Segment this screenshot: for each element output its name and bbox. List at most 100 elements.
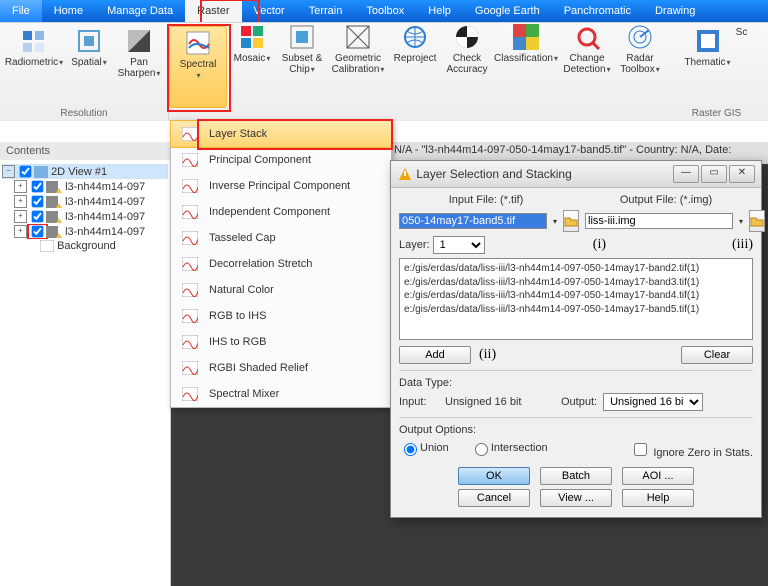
mosaic-icon <box>238 23 266 51</box>
output-options-label: Output Options: <box>399 424 753 436</box>
expander-icon[interactable]: − <box>2 165 15 178</box>
menu-raster[interactable]: Raster <box>185 0 241 22</box>
layer-label: l3-nh44m14-097 <box>65 196 145 208</box>
spectral-item-label: Natural Color <box>209 284 274 296</box>
spectral-item-ihs-to-rgb[interactable]: IHS to RGB <box>171 329 391 355</box>
raster-warn-icon <box>46 226 62 238</box>
ribbon: Radiometric▾ Spatial▾ Pan Sharpen▾ Resol… <box>0 22 768 121</box>
tree-layer[interactable]: + l3-nh44m14-097 <box>2 194 168 209</box>
menu-google-earth[interactable]: Google Earth <box>463 0 552 22</box>
ribbon-check-accuracy[interactable]: Check Accuracy <box>441 23 493 121</box>
tree-view[interactable]: − 2D View #1 <box>2 164 168 179</box>
menu-vector[interactable]: Vector <box>242 0 297 22</box>
menu-home[interactable]: Home <box>42 0 95 22</box>
menu-terrain[interactable]: Terrain <box>297 0 355 22</box>
spectral-item-independent-component[interactable]: Independent Component <box>171 199 391 225</box>
view-checkbox[interactable] <box>20 166 32 178</box>
dialog-titlebar[interactable]: Layer Selection and Stacking — ▭ ✕ <box>391 161 761 188</box>
spectral-item-label: Decorrelation Stretch <box>209 258 312 270</box>
input-file-field[interactable] <box>399 213 547 229</box>
expander-icon[interactable]: + <box>14 180 27 193</box>
radio-intersection[interactable]: Intersection <box>470 440 548 456</box>
tree-layer[interactable]: + l3-nh44m14-097 <box>2 179 168 194</box>
view-button[interactable]: View ... <box>540 489 612 507</box>
menu-manage-data[interactable]: Manage Data <box>95 0 185 22</box>
ribbon-classification[interactable]: Classification▾ <box>493 23 559 121</box>
browse-input-button[interactable] <box>563 210 579 232</box>
classification-icon <box>512 23 540 51</box>
spectral-item-label: Tasseled Cap <box>209 232 276 244</box>
spectral-item-label: Principal Component <box>209 154 311 166</box>
spectral-item-rgbi-shaded-relief[interactable]: RGBI Shaded Relief <box>171 355 391 381</box>
maximize-button[interactable]: ▭ <box>701 165 727 183</box>
layer-stack-dialog: Layer Selection and Stacking — ▭ ✕ Input… <box>390 160 762 518</box>
spectral-item-spectral-mixer[interactable]: Spectral Mixer <box>171 381 391 407</box>
ribbon-pan-sharpen[interactable]: Pan Sharpen▾ <box>113 27 165 79</box>
tree-background[interactable]: Background <box>2 239 168 253</box>
ribbon-radar-toolbox[interactable]: Radar Toolbox▾ <box>615 23 665 121</box>
ribbon-spectral[interactable]: Spectral▾ <box>169 26 227 108</box>
clear-button[interactable]: Clear <box>681 346 753 364</box>
tree-layer[interactable]: + l3-nh44m14-097 <box>2 209 168 224</box>
spectral-item-natural-color[interactable]: Natural Color <box>171 277 391 303</box>
cancel-button[interactable]: Cancel <box>458 489 530 507</box>
ribbon-reproject[interactable]: Reproject <box>389 23 441 121</box>
ribbon-geometric-calibration[interactable]: Geometric Calibration▾ <box>327 23 389 121</box>
output-dt-select[interactable]: Unsigned 16 bit <box>603 393 703 411</box>
help-button[interactable]: Help <box>622 489 694 507</box>
spectral-item-rgb-to-ihs[interactable]: RGB to IHS <box>171 303 391 329</box>
ignore-zero-checkbox[interactable]: Ignore Zero in Stats. <box>630 440 753 459</box>
spectral-item-inverse-principal-component[interactable]: Inverse Principal Component <box>171 173 391 199</box>
layer-checkbox[interactable] <box>32 211 44 223</box>
spectral-item-icon <box>181 230 199 246</box>
aoi-button[interactable]: AOI ... <box>622 467 694 485</box>
ribbon-subset-chip[interactable]: Subset & Chip▾ <box>277 23 327 121</box>
expander-icon[interactable]: + <box>14 195 27 208</box>
browse-output-button[interactable] <box>749 210 765 232</box>
menu-help[interactable]: Help <box>416 0 463 22</box>
ribbon-change-detection[interactable]: Change Detection▾ <box>559 23 615 121</box>
output-file-field[interactable] <box>585 213 733 229</box>
layer-checkbox[interactable] <box>32 196 44 208</box>
expander-icon[interactable]: + <box>14 210 27 223</box>
minimize-button[interactable]: — <box>673 165 699 183</box>
menubar: File Home Manage Data Raster Vector Terr… <box>0 0 768 22</box>
menu-toolbox[interactable]: Toolbox <box>354 0 416 22</box>
geometric-icon <box>344 23 372 51</box>
layer-select[interactable]: 1 <box>433 236 485 254</box>
layer-checkbox[interactable] <box>32 181 44 193</box>
spectral-item-tasseled-cap[interactable]: Tasseled Cap <box>171 225 391 251</box>
layer-checkbox[interactable] <box>32 226 44 238</box>
ribbon-mosaic[interactable]: Mosaic▾ <box>227 23 277 121</box>
tree-layer[interactable]: + l3-nh44m14-097 <box>2 224 168 239</box>
layer-label: Layer: <box>399 239 430 251</box>
spectral-item-principal-component[interactable]: Principal Component <box>171 147 391 173</box>
note-iii: (iii) <box>732 237 753 253</box>
ribbon-radiometric[interactable]: Radiometric▾ <box>3 27 65 79</box>
menu-file[interactable]: File <box>0 0 42 22</box>
spectral-item-icon <box>181 334 199 350</box>
ok-button[interactable]: OK <box>458 467 530 485</box>
menu-panchromatic[interactable]: Panchromatic <box>552 0 643 22</box>
expander-icon[interactable]: + <box>14 225 27 238</box>
contents-tree: − 2D View #1 + l3-nh44m14-097+ l3-nh44m1… <box>0 160 170 257</box>
file-list[interactable]: e:/gis/erdas/data/liss-iii/l3-nh44m14-09… <box>399 258 753 340</box>
menu-drawing[interactable]: Drawing <box>643 0 707 22</box>
spectral-item-decorrelation-stretch[interactable]: Decorrelation Stretch <box>171 251 391 277</box>
contents-panel: Contents − 2D View #1 + l3-nh44m14-097+ … <box>0 142 171 586</box>
accuracy-icon <box>453 23 481 51</box>
add-button[interactable]: Add <box>399 346 471 364</box>
radio-union[interactable]: Union <box>399 440 449 456</box>
batch-button[interactable]: Batch <box>540 467 612 485</box>
bg-icon <box>40 240 54 252</box>
ribbon-spatial[interactable]: Spatial▾ <box>65 27 113 79</box>
ribbon-thematic[interactable]: Thematic▾ <box>683 27 733 68</box>
spectral-item-layer-stack[interactable]: Layer Stack <box>170 120 392 148</box>
radiometric-icon <box>20 27 48 55</box>
change-detection-icon <box>573 23 601 51</box>
ribbon-group-raster-gis: Raster GIS <box>665 108 768 119</box>
close-button[interactable]: ✕ <box>729 165 755 183</box>
spectral-item-icon <box>181 360 199 376</box>
note-ii: (ii) <box>479 347 496 363</box>
ribbon-scientific[interactable]: Sc <box>733 27 751 68</box>
